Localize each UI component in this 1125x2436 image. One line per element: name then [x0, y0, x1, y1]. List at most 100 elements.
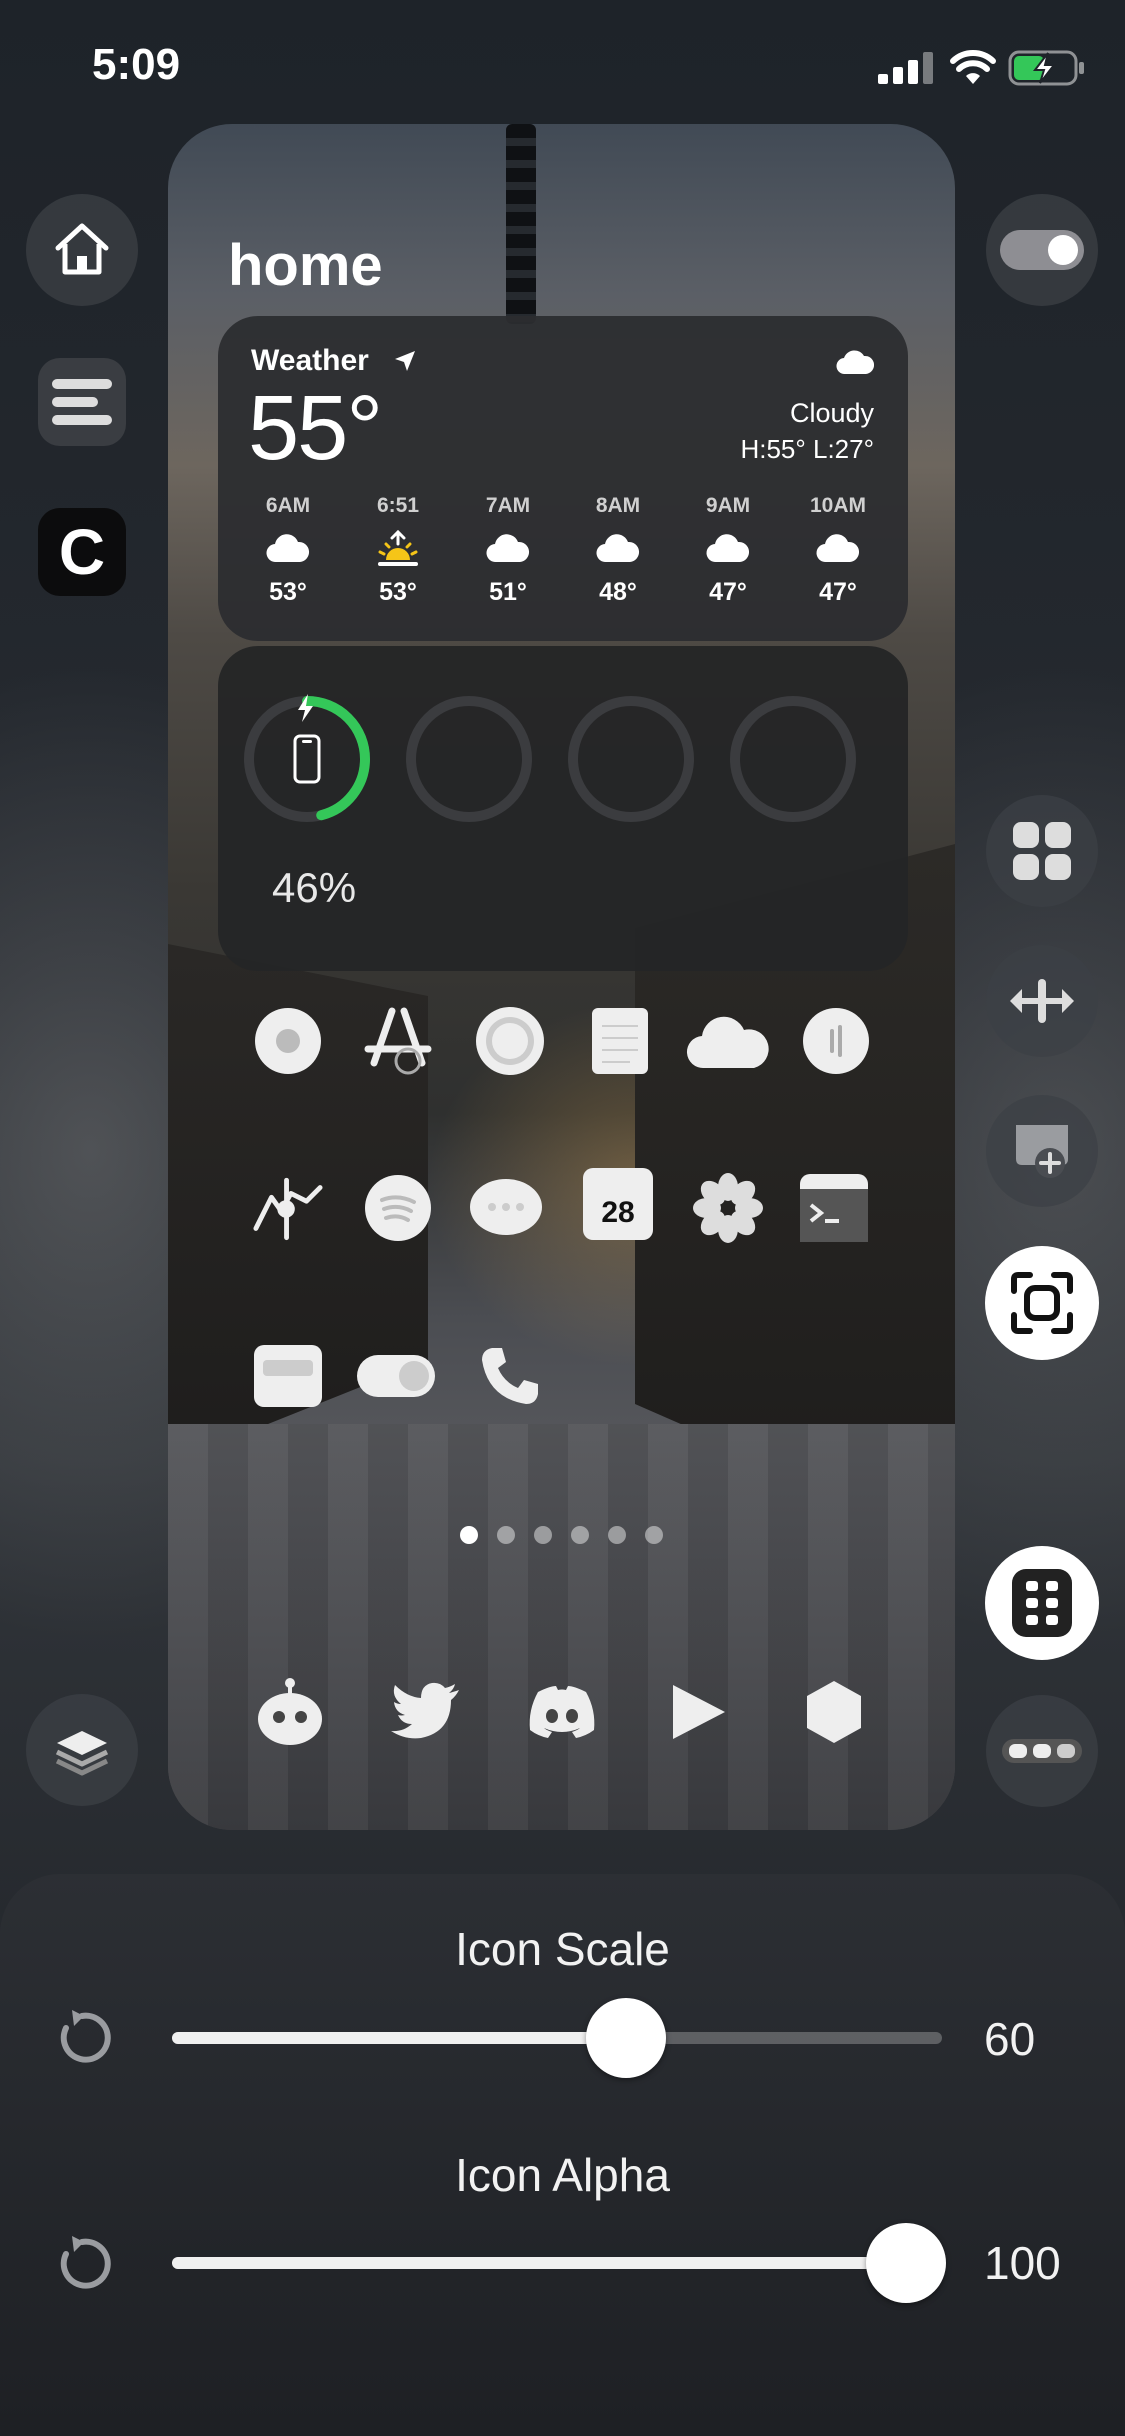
cloud-icon	[266, 534, 310, 563]
icloud-icon[interactable]	[686, 1005, 772, 1077]
battery-ring-empty	[568, 696, 694, 822]
reset-scale-icon[interactable]	[52, 2008, 112, 2068]
hour-time: 7AM	[485, 494, 531, 517]
page-dot	[497, 1526, 515, 1544]
page-dot	[645, 1526, 663, 1544]
spacing-button[interactable]	[986, 945, 1098, 1057]
stocks-icon[interactable]	[252, 1172, 324, 1244]
hour-time: 6:51	[376, 494, 420, 517]
page-title: home	[228, 233, 383, 298]
more-icon	[1002, 1739, 1082, 1763]
layers-button[interactable]	[26, 1694, 138, 1806]
photos-icon[interactable]	[692, 1172, 764, 1244]
cloud-icon	[706, 534, 750, 563]
target-icon[interactable]	[474, 1005, 546, 1077]
page-dot	[571, 1526, 589, 1544]
page-indicator[interactable]	[460, 1526, 663, 1544]
screenshot-button[interactable]	[985, 1246, 1099, 1360]
weather-label: Weather	[251, 344, 369, 377]
twitter-icon[interactable]	[388, 1674, 464, 1750]
hourly-item: 7AM 51°	[458, 494, 558, 634]
status-time: 5:09	[92, 40, 181, 89]
notes-icon[interactable]	[584, 1005, 656, 1077]
stone-road	[168, 1424, 955, 1830]
hour-temp: 53°	[269, 578, 307, 606]
icon-settings-sheet: Icon Scale 60 Icon Alpha 100	[0, 1874, 1125, 2436]
icon-scale-slider[interactable]	[172, 1998, 942, 2078]
messages-icon[interactable]	[468, 1172, 544, 1244]
weather-condition: Cloudy	[789, 398, 874, 428]
switch-icon[interactable]	[356, 1340, 436, 1412]
cloud-icon	[836, 350, 874, 375]
lines-widget-button[interactable]	[38, 358, 126, 446]
hour-temp: 47°	[819, 578, 857, 606]
app-grid-button[interactable]	[985, 1546, 1099, 1660]
terminal-icon[interactable]	[798, 1172, 870, 1244]
icon-alpha-slider[interactable]	[172, 2223, 946, 2303]
hexagon-icon[interactable]	[796, 1674, 872, 1750]
discord-icon[interactable]	[524, 1674, 600, 1750]
robot-icon[interactable]	[252, 1674, 328, 1750]
page-dot	[534, 1526, 552, 1544]
battery-charging-icon	[1008, 50, 1084, 86]
toggle-icon	[1000, 230, 1084, 270]
battery-widget[interactable]: 46%	[218, 646, 908, 971]
cloud-icon	[486, 534, 530, 563]
battery-ring-phone	[244, 694, 370, 822]
hour-time: 8AM	[595, 494, 641, 517]
spacing-icon	[1010, 979, 1074, 1023]
c-app-button[interactable]: C	[38, 508, 126, 596]
icon-alpha-value: 100	[984, 2237, 1061, 2289]
tray-icon[interactable]	[252, 1340, 324, 1412]
lines-widget-icon	[52, 379, 112, 425]
icon-scale-thumb[interactable]	[586, 1998, 667, 2078]
battery-percent: 46%	[272, 864, 357, 911]
pagoda-tower	[506, 124, 536, 324]
record-icon[interactable]	[252, 1005, 324, 1077]
reset-alpha-icon[interactable]	[52, 2234, 112, 2294]
hourly-item: 9AM 47°	[678, 494, 778, 634]
sunrise-icon	[378, 530, 418, 566]
status-bar: 5:09	[0, 0, 1125, 130]
calendar-date: 28	[601, 1196, 635, 1229]
widgets-grid-icon	[1013, 822, 1071, 880]
hour-temp: 47°	[709, 578, 747, 606]
app-grid-icon	[1012, 1569, 1072, 1637]
add-widget-button[interactable]	[986, 1095, 1098, 1207]
icon-alpha-fill	[172, 2257, 906, 2269]
voice-memo-icon[interactable]	[800, 1005, 872, 1077]
page-dot	[460, 1526, 478, 1544]
weather-high-low: H:55° L:27°	[740, 434, 874, 464]
home-button[interactable]	[26, 194, 138, 306]
hour-time: 6AM	[265, 494, 311, 517]
play-icon[interactable]	[660, 1674, 736, 1750]
hourly-item: 8AM 48°	[568, 494, 668, 634]
cellular-signal-icon	[878, 52, 933, 84]
icon-alpha-thumb[interactable]	[865, 2223, 946, 2303]
hourly-forecast: 6AM 53° 6:51 53° 7AM 51° 8AM 48° 9AM 47°…	[238, 494, 888, 634]
widgets-grid-button[interactable]	[986, 795, 1098, 907]
calendar-icon[interactable]: 28	[582, 1168, 654, 1240]
icon-scale-value: 60	[984, 2013, 1036, 2065]
location-arrow-icon	[395, 351, 415, 371]
icon-alpha-title: Icon Alpha	[455, 2149, 670, 2201]
weather-widget[interactable]: Weather 55° Cloudy H:55° L:27° 6AM 53° 6…	[218, 316, 908, 641]
hour-temp: 51°	[489, 578, 527, 606]
home-screen-preview: home Weather 55° Cloudy H:55° L:27° 6AM …	[168, 124, 955, 1830]
hour-time: 9AM	[705, 494, 751, 517]
phone-icon[interactable]	[474, 1340, 546, 1412]
battery-ring-empty	[730, 696, 856, 822]
page-dot	[608, 1526, 626, 1544]
hourly-item: 6:51 53°	[348, 494, 448, 634]
c-app-icon: C	[58, 516, 106, 588]
hour-temp: 53°	[379, 578, 417, 606]
hourly-item: 6AM 53°	[238, 494, 338, 634]
icon-scale-title: Icon Scale	[455, 1923, 670, 1975]
cloud-icon	[596, 534, 640, 563]
cloud-icon	[816, 534, 860, 563]
layers-icon	[55, 1731, 109, 1776]
spotify-icon[interactable]	[362, 1172, 434, 1244]
more-button[interactable]	[986, 1695, 1098, 1807]
toggle-button[interactable]	[986, 194, 1098, 306]
app-store-icon[interactable]	[362, 1005, 434, 1077]
